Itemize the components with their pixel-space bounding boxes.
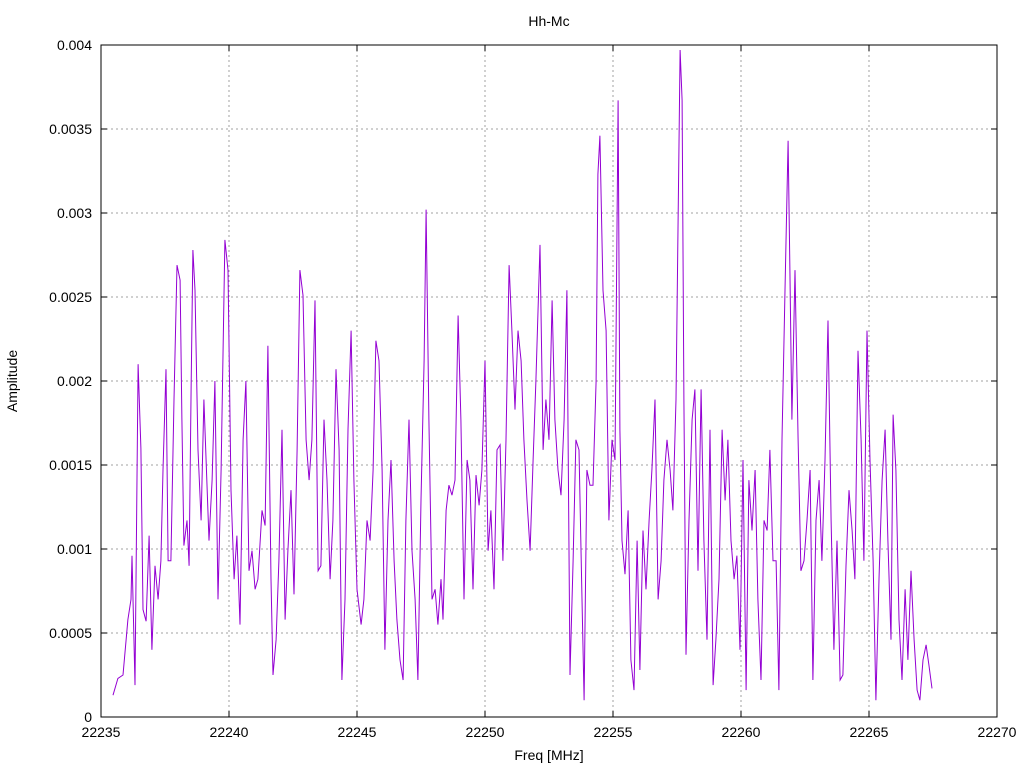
- x-tick-label: 22260: [722, 724, 761, 740]
- y-tick-label: 0.0005: [49, 625, 92, 641]
- series-line-hh-mc: [112, 49, 933, 701]
- y-tick-label: 0.004: [57, 37, 92, 53]
- y-tick-label: 0.001: [57, 541, 92, 557]
- axis-ticks: 22235 22240 22245 22250 22255 22260 22265 22270…: [49, 37, 1017, 740]
- y-tick-label: 0: [84, 709, 92, 725]
- x-axis-label: Freq [MHz]: [514, 747, 583, 763]
- x-tick-label: 22245: [338, 724, 377, 740]
- chart: 22235 22240 22245 22250 22255 22260 22265 22270…: [4, 13, 1017, 763]
- x-tick-label: 22270: [978, 724, 1017, 740]
- x-tick-label: 22255: [594, 724, 633, 740]
- y-axis-label: Amplitude: [4, 350, 20, 412]
- y-tick-label: 0.003: [57, 205, 92, 221]
- grid: [101, 45, 997, 717]
- x-tick-label: 22235: [82, 724, 121, 740]
- y-tick-label: 0.0015: [49, 457, 92, 473]
- y-tick-label: 0.0025: [49, 289, 92, 305]
- x-tick-label: 22250: [466, 724, 505, 740]
- x-tick-label: 22265: [850, 724, 889, 740]
- x-tick-label: 22240: [210, 724, 249, 740]
- chart-title: Hh-Mc: [528, 13, 569, 29]
- y-tick-label: 0.0035: [49, 121, 92, 137]
- y-tick-label: 0.002: [57, 373, 92, 389]
